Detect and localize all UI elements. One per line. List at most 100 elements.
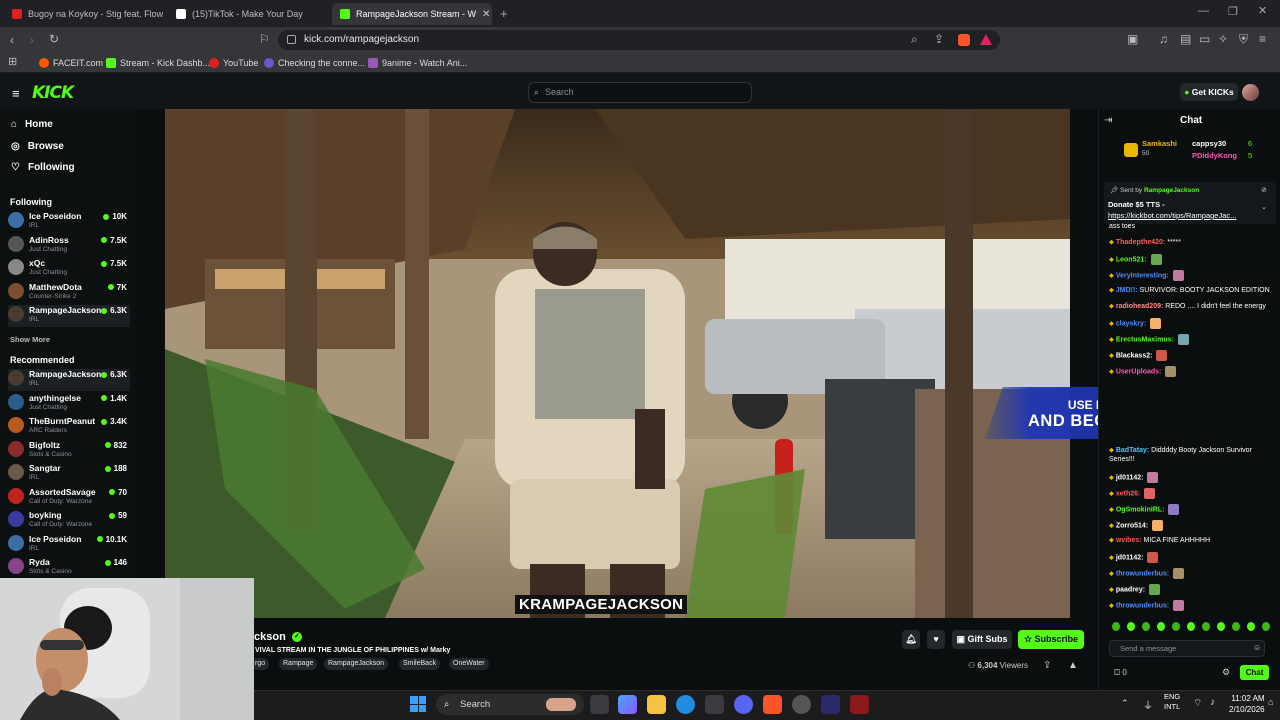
chat-send-button[interactable]: Chat — [1240, 665, 1269, 680]
steam-icon[interactable] — [792, 695, 811, 714]
store-icon[interactable] — [705, 695, 724, 714]
hamburger-menu-icon[interactable]: ≡ — [12, 86, 20, 101]
forward-icon[interactable]: › — [30, 34, 34, 46]
app-icon[interactable] — [850, 695, 869, 714]
app-icon[interactable] — [821, 695, 840, 714]
chat-username[interactable]: UserUploads: — [1116, 368, 1162, 375]
chat-username[interactable]: clayskry: — [1116, 320, 1146, 327]
unpin-icon[interactable]: ⊘ — [1261, 186, 1267, 194]
edge-icon[interactable] — [676, 695, 695, 714]
channel-item[interactable]: RampageJackson IRL 6.3K — [8, 305, 130, 327]
close-tab-icon[interactable]: ✕ — [482, 9, 490, 20]
quick-emote-icon[interactable] — [1217, 622, 1225, 631]
browser-tab[interactable]: (15)TikTok - Make Your Day — [168, 3, 330, 25]
quick-emote-icon[interactable] — [1172, 622, 1180, 631]
channel-item[interactable]: Bigfoltz Slots & Casino 832 — [8, 440, 130, 462]
chat-username[interactable]: throwunderbus: — [1116, 602, 1169, 609]
browser-tab-active[interactable]: RampageJackson Stream - W ✕ — [332, 3, 492, 25]
notifications-icon[interactable]: ⌂ — [1268, 697, 1273, 707]
stream-tag[interactable]: OneWater — [449, 658, 489, 670]
pinned-link[interactable]: https://kickbot.com/tips/RampageJac... — [1108, 211, 1256, 220]
chat-message-input[interactable]: Send a message — [1109, 640, 1265, 657]
chat-username[interactable]: OgSmokinIRL: — [1116, 506, 1165, 513]
share-icon[interactable]: ⇪ — [1043, 660, 1051, 671]
volume-icon[interactable]: ♪ — [1210, 697, 1215, 708]
subscribe-button[interactable]: ☆ Subscribe — [1018, 630, 1084, 649]
bookmark-checking-connection[interactable]: Checking the conne... — [264, 55, 365, 71]
kick-logo[interactable]: KICK — [32, 83, 74, 103]
chat-username[interactable]: xeth26: — [1116, 490, 1141, 497]
windows-start-icon[interactable] — [410, 696, 426, 712]
task-view-icon[interactable] — [590, 695, 609, 714]
video-player[interactable] — [165, 109, 1070, 618]
bookmark-9anime[interactable]: 9anime - Watch Ani... — [368, 55, 467, 71]
brave-rewards-icon[interactable] — [980, 34, 992, 45]
streamer-name[interactable]: ckson ✓ — [254, 631, 302, 643]
chat-username[interactable]: paadrey: — [1116, 586, 1145, 593]
collapse-chat-icon[interactable]: ⇥ — [1104, 115, 1112, 126]
bookmark-faceit[interactable]: FACEIT.com — [39, 55, 103, 71]
chat-settings-icon[interactable]: ⚙ — [1222, 667, 1230, 678]
notification-bell-button[interactable]: 🔔︎ — [902, 630, 920, 649]
quick-emote-icon[interactable] — [1157, 622, 1165, 631]
taskbar-clock[interactable]: 11:02 AM 2/10/2026 — [1229, 693, 1265, 715]
channel-item[interactable]: TheBurntPeanut ARC Raiders 3.4K — [8, 416, 130, 438]
share-icon[interactable]: ⇪ — [934, 33, 944, 45]
file-explorer-icon[interactable] — [647, 695, 666, 714]
show-more-link[interactable]: Show More — [10, 335, 50, 344]
chat-username[interactable]: ErectusMaximus: — [1116, 336, 1174, 343]
quick-emote-icon[interactable] — [1232, 622, 1240, 631]
address-bar[interactable]: kick.com/rampagejackson — [278, 30, 1000, 50]
reading-list-icon[interactable]: ▤ — [1180, 33, 1191, 45]
chat-username[interactable]: VeryInteresting: — [1116, 272, 1169, 279]
gifter-name[interactable]: PDiddyKong — [1192, 151, 1237, 160]
channel-item[interactable]: AssortedSavage Call of Duty: Warzone 70 — [8, 487, 130, 509]
quick-emote-icon[interactable] — [1112, 622, 1120, 631]
chat-username[interactable]: Blackass2: — [1116, 352, 1153, 359]
emoji-icon[interactable]: ☺ — [1253, 643, 1261, 652]
menu-icon[interactable]: ≡ — [1259, 33, 1266, 45]
gifter-name[interactable]: cappsy30 — [1192, 139, 1226, 148]
nav-following[interactable]: ♡ Following — [11, 162, 75, 173]
media-icon[interactable]: ♫ — [1159, 33, 1168, 45]
chat-username[interactable]: Thadepthe420: — [1116, 239, 1165, 246]
nav-browse[interactable]: ◎ Browse — [11, 141, 64, 152]
channel-item[interactable]: anythingelse Just Chatting 1.4K — [8, 393, 130, 415]
quick-emote-icon[interactable] — [1187, 622, 1195, 631]
points-display[interactable]: ⛋ 0 — [1114, 668, 1127, 678]
copilot-icon[interactable] — [618, 695, 637, 714]
top-gifter-name[interactable]: Samkashi — [1142, 139, 1177, 148]
sidebar-toggle-icon[interactable]: ▣ — [1127, 33, 1138, 45]
stream-tag[interactable]: Rampage — [279, 658, 318, 670]
search-input[interactable]: ⌕ Search — [528, 82, 752, 103]
chat-username[interactable]: radiohead209: — [1116, 303, 1163, 310]
user-avatar[interactable] — [1242, 84, 1259, 101]
reload-icon[interactable]: ↻ — [49, 33, 59, 45]
quick-emote-icon[interactable] — [1127, 622, 1135, 631]
leo-ai-icon[interactable]: ✧ — [1218, 33, 1228, 45]
minimize-icon[interactable]: — — [1198, 5, 1209, 17]
channel-item[interactable]: Ice Poseidon IRL 10.1K — [8, 534, 130, 556]
browser-tab[interactable]: Bugoy na Koykoy - Stig feat. Flow G — [4, 3, 164, 25]
follow-heart-button[interactable]: ♥ — [927, 630, 945, 649]
network-icon[interactable]: ⌔ — [1193, 697, 1202, 710]
close-window-icon[interactable]: ✕ — [1258, 4, 1267, 17]
tray-chevron-icon[interactable]: ⌃ — [1121, 698, 1129, 709]
vpn-icon[interactable]: ⛨ — [1239, 33, 1248, 45]
discord-icon[interactable] — [734, 695, 753, 714]
expand-chevron-icon[interactable]: ⌄ — [1261, 203, 1267, 211]
quick-emote-icon[interactable] — [1202, 622, 1210, 631]
taskbar-search[interactable]: ⌕ Search — [436, 694, 584, 715]
chat-username[interactable]: JMD!!: — [1116, 287, 1138, 294]
channel-item[interactable]: MatthewDota Counter-Strike 2 7K — [8, 282, 130, 304]
stream-tag[interactable]: SmileBack — [399, 658, 441, 670]
input-language[interactable]: ENG INTL — [1164, 692, 1180, 712]
back-icon[interactable]: ‹ — [10, 34, 14, 46]
channel-item[interactable]: Ice Poseidon IRL 10K — [8, 211, 130, 233]
channel-item[interactable]: AdinRoss Just Chatting 7.5K — [8, 235, 130, 257]
new-tab-icon[interactable]: + — [500, 6, 508, 21]
zoom-icon[interactable]: ⌕ — [911, 33, 918, 45]
nav-home[interactable]: ⌂ Home — [11, 119, 53, 130]
quick-emote-icon[interactable] — [1142, 622, 1150, 631]
channel-item[interactable]: RampageJackson IRL 6.3K — [8, 369, 130, 391]
